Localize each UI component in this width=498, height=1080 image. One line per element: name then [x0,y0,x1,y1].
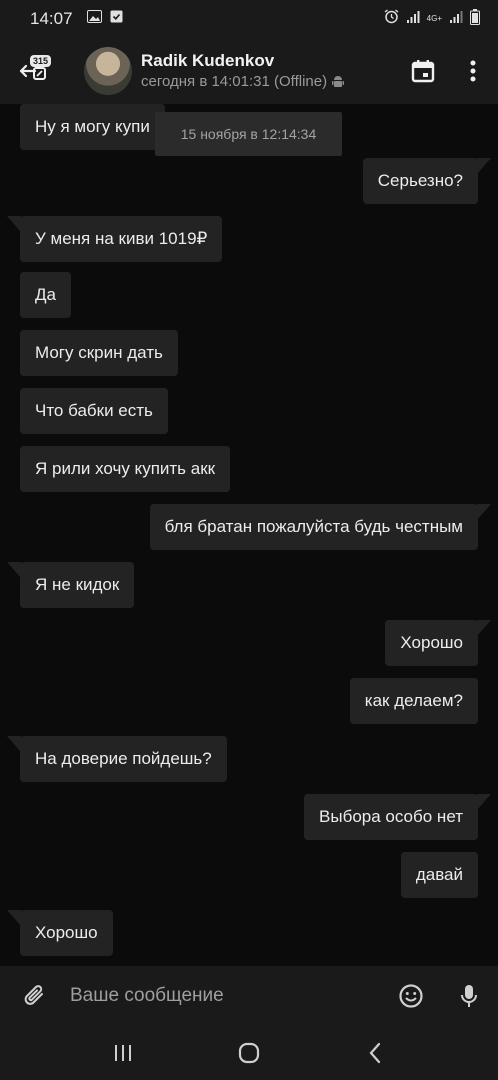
alarm-icon [384,9,399,29]
contact-last-seen: сегодня в 14:01:31 (Offline) [141,72,345,92]
message-bubble-incoming[interactable]: Могу скрин дать [20,330,178,376]
message-text: Ну я могу купи [35,117,150,136]
status-time: 14:07 [30,9,73,28]
message-bubble-outgoing[interactable]: Хорошо [385,620,491,666]
calendar-button[interactable] [398,46,448,96]
smiley-icon [399,984,423,1008]
more-options-button[interactable] [448,46,498,96]
message-input[interactable] [70,966,382,1026]
message-bubble-incoming[interactable]: Хорошо [7,910,113,956]
last-seen-text: сегодня в 14:01:31 (Offline) [141,73,328,90]
message-text: бля братан пожалуйста будь честным [164,517,463,536]
more-vertical-icon [470,60,476,82]
home-button[interactable] [219,1030,279,1076]
message-text: Хорошо [35,923,98,942]
status-bar: 14:07 4G+ [0,0,498,38]
chevron-left-icon [369,1042,381,1064]
message-bubble-incoming[interactable]: На доверие пойдешь? [7,736,227,782]
message-text: Хорошо [400,633,463,652]
message-bubble-incoming[interactable]: Что бабки есть [20,388,168,434]
paperclip-icon [24,985,43,1005]
signal-icon-1 [406,10,420,29]
calendar-icon [411,60,435,83]
home-icon [238,1042,260,1064]
voice-record-button[interactable] [440,966,498,1026]
message-text: Могу скрин дать [35,343,163,362]
message-text: Выбора особо нет [319,807,463,826]
system-navigation-bar [0,1026,498,1080]
message-bubble-incoming[interactable]: Я рили хочу купить акк [20,446,231,492]
message-list[interactable]: Ну я могу купи 15 ноября в 12:14:34 Серь… [0,104,498,966]
message-text: Я не кидок [35,575,120,594]
message-bubble-outgoing[interactable]: бля братан пожалуйста будь честным [149,504,492,550]
message-bubble-outgoing[interactable]: Серьезно? [362,158,492,204]
download-notification-icon [110,10,123,28]
message-text: как делаем? [364,691,463,710]
contact-avatar[interactable] [84,47,132,95]
message-bubble-incoming[interactable]: Я не кидок [6,562,135,608]
message-bubble-outgoing[interactable]: давай [400,852,478,898]
message-text: У меня на киви 1019₽ [35,229,208,248]
date-tooltip: 15 ноября в 12:14:34 [155,112,342,156]
back-nav-button[interactable] [345,1030,405,1076]
android-icon [332,76,345,87]
composer-bar [0,966,498,1026]
attach-button[interactable] [0,966,70,1026]
message-text: давай [415,865,463,884]
contact-info[interactable]: Radik Kudenkov сегодня в 14:01:31 (Offli… [141,50,345,92]
signal-icon-2 [449,10,463,29]
message-text: Да [35,285,56,304]
message-bubble-outgoing[interactable]: Выбора особо нет [304,794,491,840]
recent-apps-button[interactable] [93,1030,153,1076]
message-bubble-outgoing[interactable]: как делаем? [349,678,478,724]
message-text: Я рили хочу купить акк [35,459,216,478]
microphone-icon [461,985,477,1007]
message-text: Серьезно? [377,171,463,190]
network-type-label: 4G+ [426,14,442,23]
back-button[interactable]: 315 [0,38,66,104]
chat-header: 315 Radik Kudenkov сегодня в 14:01:31 (O… [0,38,498,104]
contact-name: Radik Kudenkov [141,51,275,70]
emoji-button[interactable] [382,966,440,1026]
message-bubble-incoming[interactable]: Ну я могу купи [20,104,165,150]
recent-apps-icon [115,1045,131,1061]
message-text: Что бабки есть [35,401,153,420]
gallery-notification-icon [86,10,102,28]
message-bubble-incoming[interactable]: У меня на киви 1019₽ [6,216,223,262]
unread-count-badge: 315 [30,55,52,67]
message-bubble-incoming[interactable]: Да [20,272,71,318]
battery-icon [470,8,480,30]
message-text: На доверие пойдешь? [35,749,212,768]
